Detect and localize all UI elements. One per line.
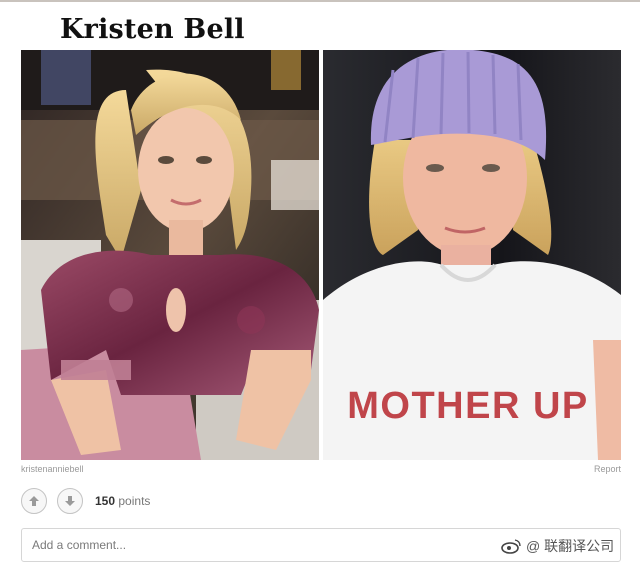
photo-credit[interactable]: kristenanniebell: [21, 464, 84, 474]
watermark-text: @ 联翻译公司: [526, 538, 615, 554]
post-page: Kristen Bell MOTHER UP kristenanniebell …: [0, 0, 640, 567]
weibo-icon: [501, 539, 521, 554]
points-display: 150 points: [95, 494, 150, 508]
report-link[interactable]: Report: [594, 464, 621, 474]
photo-left[interactable]: [21, 50, 319, 460]
arrow-up-icon: [29, 496, 39, 506]
shirt-slogan: MOTHER UP: [347, 385, 589, 427]
top-divider: [0, 0, 640, 2]
photo-left-illustration: [21, 50, 319, 460]
upvote-button[interactable]: [21, 488, 47, 514]
arrow-down-icon: [65, 496, 75, 506]
photo-right[interactable]: MOTHER UP: [323, 50, 621, 460]
watermark: @ 联翻译公司: [500, 536, 614, 556]
points-label: points: [118, 494, 151, 508]
photo-right-illustration: MOTHER UP: [323, 50, 621, 460]
points-count: 150: [95, 494, 116, 508]
post-title: Kristen Bell: [60, 14, 245, 45]
downvote-button[interactable]: [57, 488, 83, 514]
